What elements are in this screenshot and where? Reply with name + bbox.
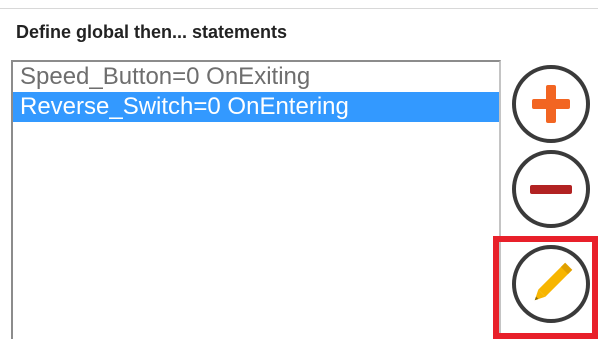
plus-icon [532,85,570,123]
list-item[interactable]: Speed_Button=0 OnExiting [13,62,499,92]
add-button[interactable] [512,65,590,143]
section-title: Define global then... statements [16,22,288,42]
statements-list[interactable]: Speed_Button=0 OnExiting Reverse_Switch=… [11,60,501,339]
list-item-selected[interactable]: Reverse_Switch=0 OnEntering [13,92,499,122]
top-divider [0,8,598,9]
remove-button[interactable] [512,150,590,228]
edit-button[interactable] [512,245,590,323]
statements-panel: Define global then... statements Speed_B… [0,0,598,339]
minus-icon [530,185,572,194]
pencil-icon [534,262,573,301]
